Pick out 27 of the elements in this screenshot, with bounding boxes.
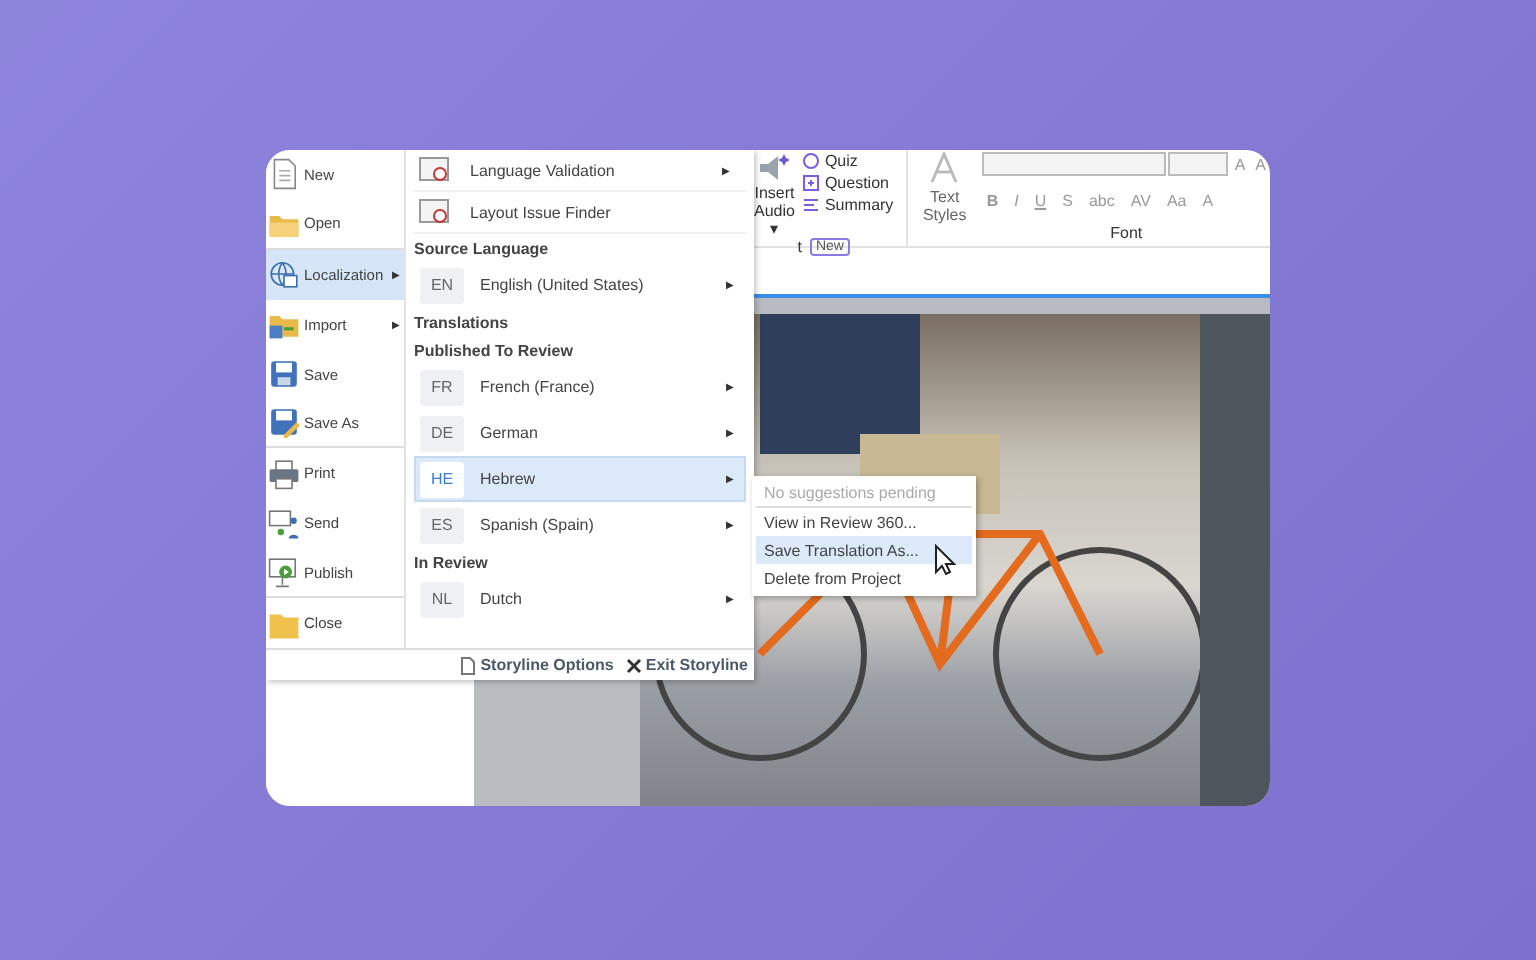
section-heading: In Review <box>414 551 490 575</box>
letter-a-icon <box>926 152 963 184</box>
list-icon <box>802 196 821 214</box>
ribbon-button[interactable]: Question <box>802 174 894 192</box>
context-menu-item[interactable]: View in Review 360... <box>756 508 972 536</box>
close-icon <box>625 657 642 673</box>
group-label: t <box>797 238 802 256</box>
question-icon <box>802 174 821 192</box>
ribbon-button[interactable]: Summary <box>802 196 894 214</box>
insert-audio-button[interactable]: Insert Audio ▾ <box>754 152 795 238</box>
section-heading: Published To Review <box>414 339 575 363</box>
text-styles-button[interactable]: Text Styles <box>918 150 971 246</box>
font-size-dropdown[interactable] <box>1168 152 1229 176</box>
globe-document-icon <box>268 258 300 291</box>
storyline-options-button[interactable]: Storyline Options <box>460 655 614 675</box>
context-menu-item[interactable]: Save Translation As... <box>756 536 972 564</box>
font-name-dropdown[interactable] <box>982 152 1167 176</box>
ribbon-button[interactable]: Quiz <box>802 152 894 170</box>
speaker-icon <box>756 152 793 184</box>
section-heading: Source Language <box>414 237 551 262</box>
group-label: Font <box>1110 224 1143 242</box>
cursor-icon <box>934 544 956 576</box>
section-heading: Translations <box>414 311 511 335</box>
context-menu-item[interactable]: Delete from Project <box>756 564 972 592</box>
quiz-icon <box>802 152 821 170</box>
exit-button[interactable]: Exit Storyline <box>625 656 748 674</box>
menu-item[interactable]: Layout Issue Finder <box>414 192 746 234</box>
